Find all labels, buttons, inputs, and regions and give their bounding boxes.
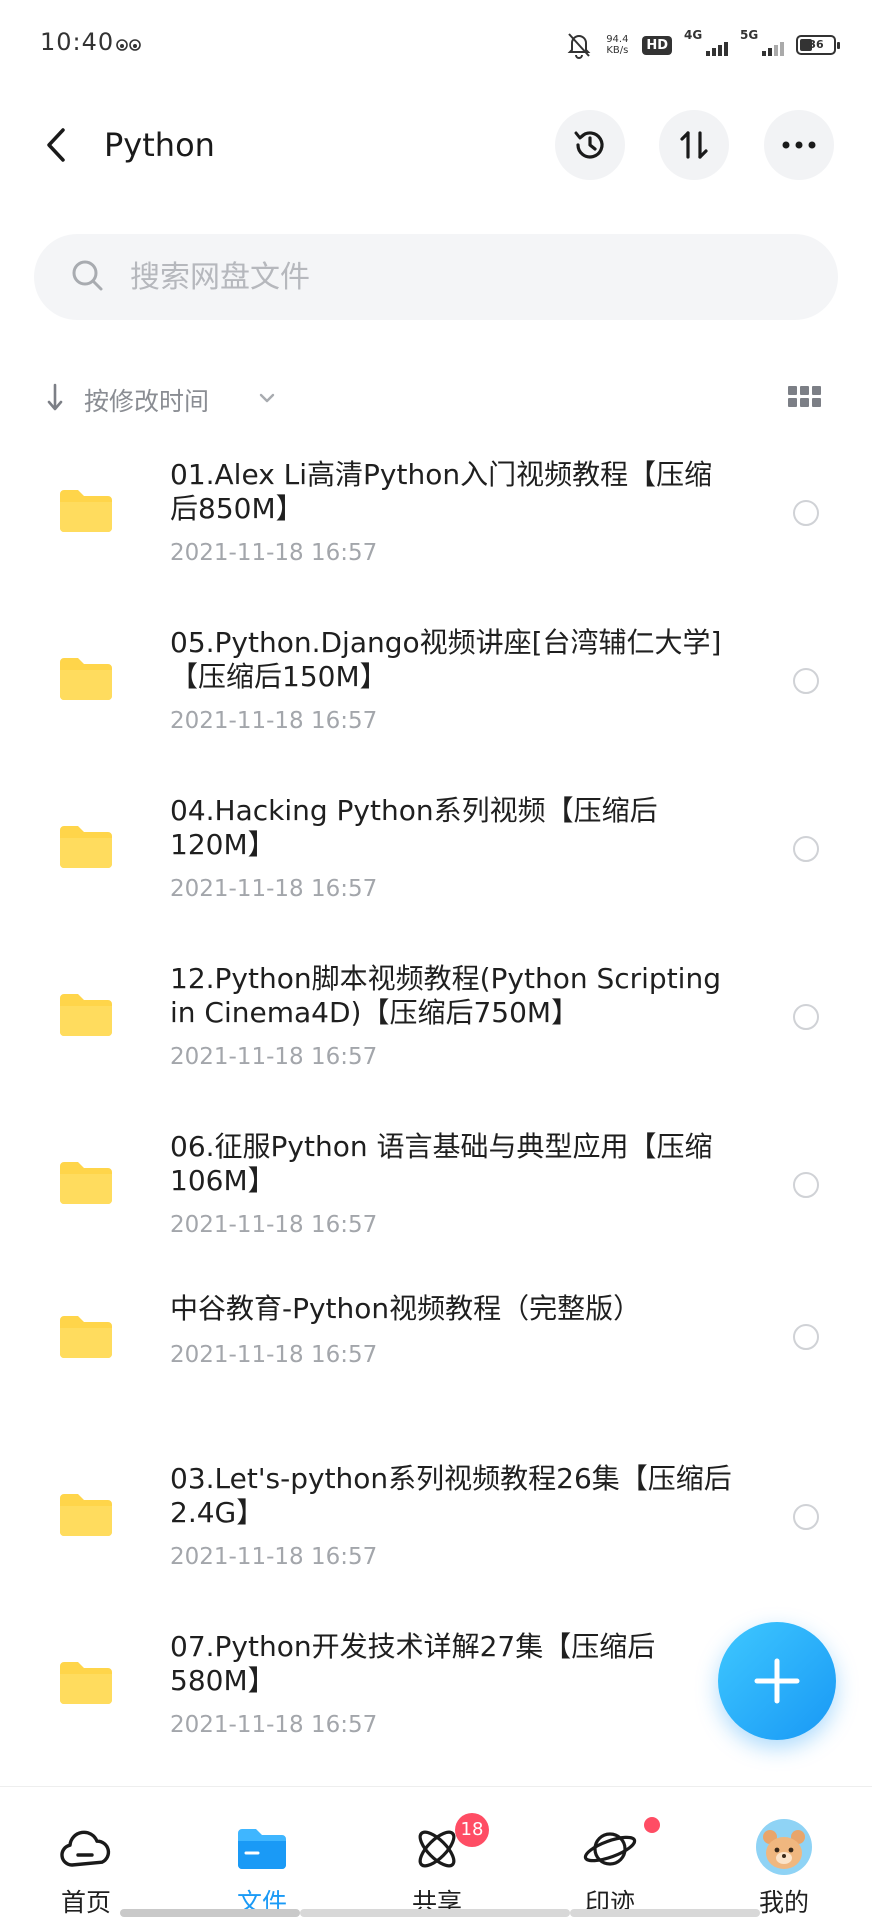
eyes-icon <box>116 39 141 51</box>
file-name: 12.Python脚本视频教程(Python Scripting in Cine… <box>170 962 721 1029</box>
mute-bell-icon <box>567 33 591 59</box>
select-checkbox[interactable] <box>793 500 819 526</box>
select-checkbox[interactable] <box>793 1172 819 1198</box>
history-button[interactable] <box>555 110 625 180</box>
status-bar: 10:40 94.4 KB/s HD 4G 5G 36 <box>0 0 872 90</box>
nav-home[interactable]: 首页 <box>26 1787 146 1919</box>
search-bar[interactable] <box>34 234 838 320</box>
chevron-left-icon <box>47 128 65 162</box>
folder-icon <box>60 1316 112 1358</box>
notification-dot <box>644 1817 660 1833</box>
folder-icon <box>60 1162 112 1204</box>
select-checkbox[interactable] <box>793 1504 819 1530</box>
file-date: 2021-11-18 16:57 <box>170 540 378 566</box>
hd-badge: HD <box>642 35 672 55</box>
select-checkbox[interactable] <box>793 668 819 694</box>
sort-arrows-icon <box>680 131 708 159</box>
more-button[interactable] <box>764 110 834 180</box>
home-indicator-segment <box>300 1909 570 1917</box>
select-checkbox[interactable] <box>793 1004 819 1030</box>
sort-dropdown[interactable]: 按修改时间 <box>84 382 209 418</box>
folder-icon <box>60 1662 112 1704</box>
signal-4g-icon: 4G <box>684 28 728 58</box>
file-date: 2021-11-18 16:57 <box>170 708 378 734</box>
select-checkbox[interactable] <box>793 1324 819 1350</box>
list-item[interactable]: 01.Alex Li高清Python入门视频教程【压缩后850M】 2021-1… <box>0 448 872 578</box>
list-item[interactable]: 05.Python.Django视频讲座[台湾辅仁大学]【压缩后150M】 20… <box>0 616 872 746</box>
folder-icon <box>60 826 112 868</box>
file-name: 07.Python开发技术详解27集【压缩后580M】 <box>170 1630 656 1697</box>
add-button[interactable] <box>718 1622 836 1740</box>
share-badge: 18 <box>455 1813 489 1847</box>
nav-files[interactable]: 文件 <box>202 1787 322 1919</box>
file-date: 2021-11-18 16:57 <box>170 1544 378 1570</box>
file-date: 2021-11-18 16:57 <box>170 1212 378 1238</box>
list-item[interactable]: 12.Python脚本视频教程(Python Scripting in Cine… <box>0 952 872 1082</box>
back-button[interactable] <box>36 120 76 170</box>
status-time: 10:40 <box>40 28 115 56</box>
file-name: 03.Let's-python系列视频教程26集【压缩后2.4G】 <box>170 1462 732 1529</box>
battery-icon: 36 <box>796 35 840 55</box>
nav-me[interactable]: 我的 <box>724 1787 844 1919</box>
file-name: 01.Alex Li高清Python入门视频教程【压缩后850M】 <box>170 458 713 525</box>
grid-view-icon[interactable] <box>788 386 822 410</box>
status-icons: 94.4 KB/s HD 4G 5G 36 <box>566 28 840 60</box>
file-name: 05.Python.Django视频讲座[台湾辅仁大学]【压缩后150M】 <box>170 626 722 693</box>
list-item[interactable]: 03.Let's-python系列视频教程26集【压缩后2.4G】 2021-1… <box>0 1452 872 1582</box>
search-input[interactable] <box>130 234 810 320</box>
select-checkbox[interactable] <box>793 836 819 862</box>
chevron-down-icon[interactable] <box>258 392 276 404</box>
more-dots-icon <box>782 141 816 149</box>
search-icon <box>72 260 103 291</box>
sort-order-button[interactable] <box>659 110 729 180</box>
cloud-home-icon <box>60 1830 111 1867</box>
home-indicator-segment <box>570 1909 760 1917</box>
plus-icon <box>754 1658 800 1704</box>
file-date: 2021-11-18 16:57 <box>170 1044 378 1070</box>
folder-icon <box>60 490 112 532</box>
planet-icon <box>583 1832 637 1866</box>
folder-icon <box>238 1829 286 1869</box>
file-name: 04.Hacking Python系列视频【压缩后120M】 <box>170 794 658 861</box>
folder-icon <box>60 1494 112 1536</box>
header: Python <box>0 100 872 190</box>
file-date: 2021-11-18 16:57 <box>170 876 378 902</box>
avatar-icon <box>756 1819 812 1875</box>
nav-share[interactable]: 18 共享 <box>377 1787 497 1919</box>
file-name: 中谷教育-Python视频教程（完整版） <box>170 1292 642 1325</box>
folder-icon <box>60 994 112 1036</box>
list-item[interactable]: 中谷教育-Python视频教程（完整版） 2021-11-18 16:57 <box>0 1288 872 1388</box>
file-date: 2021-11-18 16:57 <box>170 1712 378 1738</box>
list-item[interactable]: 04.Hacking Python系列视频【压缩后120M】 2021-11-1… <box>0 784 872 914</box>
bottom-nav: 首页 文件 18 共享 印迹 我的 <box>0 1786 872 1919</box>
net-speed: 94.4 KB/s <box>606 34 629 56</box>
folder-icon <box>60 658 112 700</box>
file-date: 2021-11-18 16:57 <box>170 1342 378 1368</box>
nav-traces[interactable]: 印迹 <box>550 1787 670 1919</box>
signal-5g-icon: 5G <box>740 28 784 58</box>
home-indicator <box>120 1909 300 1917</box>
arrow-down-icon[interactable] <box>44 382 66 414</box>
file-name: 06.征服Python 语言基础与典型应用【压缩106M】 <box>170 1130 713 1197</box>
history-icon <box>574 131 604 159</box>
page-title: Python <box>104 126 215 164</box>
list-item[interactable]: 06.征服Python 语言基础与典型应用【压缩106M】 2021-11-18… <box>0 1120 872 1250</box>
sort-row: 按修改时间 <box>0 378 872 420</box>
